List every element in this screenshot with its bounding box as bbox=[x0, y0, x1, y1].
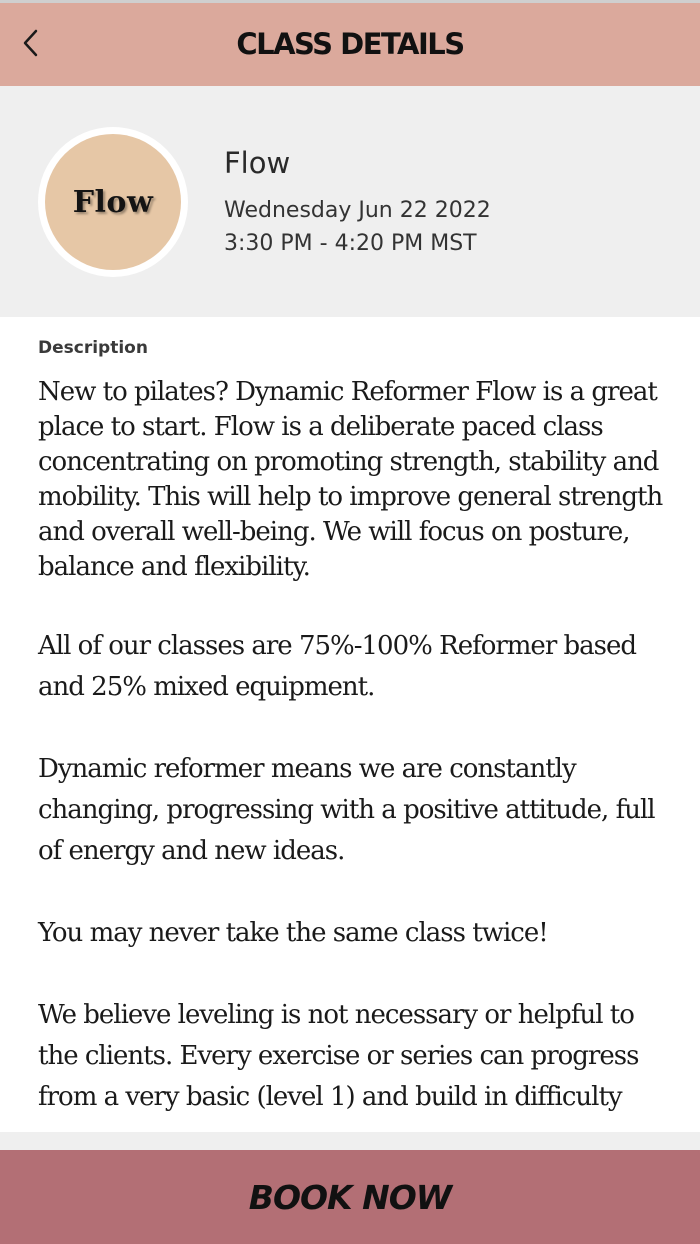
book-now-label: BOOK NOW bbox=[248, 1177, 452, 1217]
class-avatar: Flow bbox=[38, 127, 188, 277]
description-paragraph: All of our classes are 75%-100% Reformer… bbox=[38, 631, 637, 702]
class-name: Flow bbox=[224, 146, 291, 180]
page-title: CLASS DETAILS bbox=[236, 27, 465, 61]
description-paragraph: New to pilates? Dynamic Reformer Flow is… bbox=[38, 377, 663, 582]
class-avatar-circle: Flow bbox=[45, 134, 181, 270]
class-header: Flow Flow Wednesday Jun 22 2022 3:30 PM … bbox=[0, 86, 700, 317]
description-paragraph: We believe leveling is not necessary or … bbox=[38, 1000, 639, 1112]
class-date: Wednesday Jun 22 2022 bbox=[224, 198, 491, 223]
description-paragraph: You may never take the same class twice! bbox=[38, 918, 549, 948]
class-time: 3:30 PM - 4:20 PM MST bbox=[224, 231, 477, 256]
class-avatar-text: Flow bbox=[72, 184, 154, 220]
description-section[interactable]: Description New to pilates? Dynamic Refo… bbox=[0, 317, 700, 1132]
description-label: Description bbox=[38, 338, 148, 358]
divider bbox=[0, 1132, 700, 1150]
description-paragraph: Dynamic reformer means we are constantly… bbox=[38, 754, 656, 866]
description-body: New to pilates? Dynamic Reformer Flow is… bbox=[38, 375, 678, 1118]
top-bar: CLASS DETAILS bbox=[0, 0, 700, 86]
book-now-button[interactable]: BOOK NOW bbox=[0, 1150, 700, 1244]
